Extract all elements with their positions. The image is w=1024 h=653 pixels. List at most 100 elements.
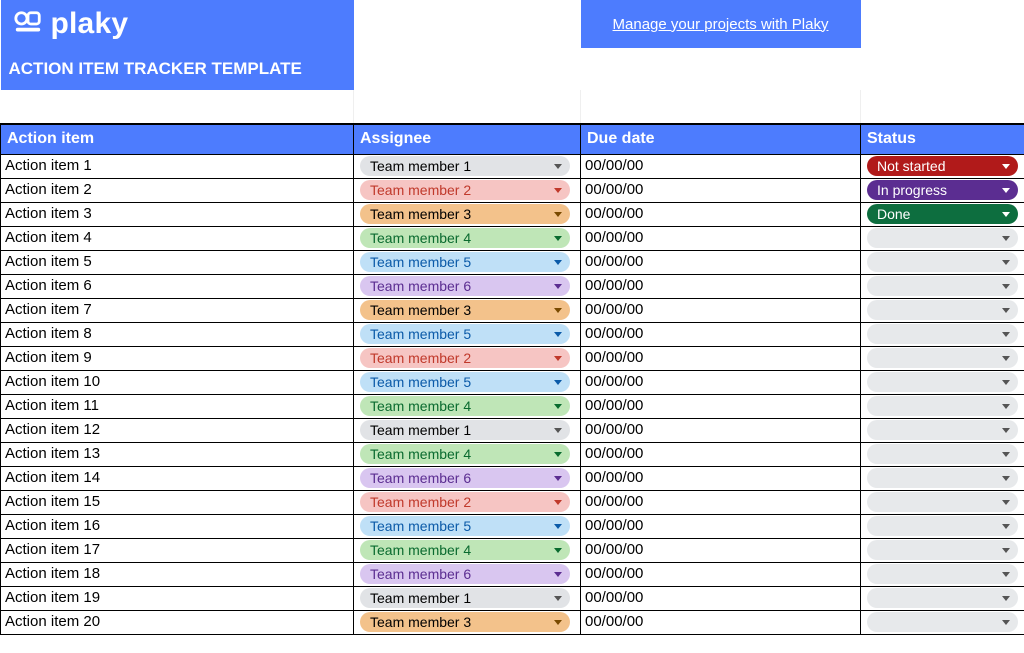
status-dropdown[interactable] bbox=[867, 564, 1018, 584]
action-item-cell[interactable]: Action item 10 bbox=[1, 370, 354, 394]
promo-link[interactable]: Manage your projects with Plaky bbox=[613, 16, 829, 33]
due-date-cell[interactable]: 00/00/00 bbox=[581, 538, 861, 562]
due-date-cell[interactable]: 00/00/00 bbox=[581, 466, 861, 490]
assignee-dropdown[interactable]: Team member 5 bbox=[360, 252, 570, 272]
assignee-dropdown[interactable]: Team member 1 bbox=[360, 156, 570, 176]
status-cell bbox=[861, 466, 1024, 490]
chevron-down-icon bbox=[554, 524, 562, 529]
action-item-cell[interactable]: Action item 1 bbox=[1, 154, 354, 178]
due-date-cell[interactable]: 00/00/00 bbox=[581, 490, 861, 514]
assignee-dropdown[interactable]: Team member 4 bbox=[360, 444, 570, 464]
chevron-down-icon bbox=[1002, 620, 1010, 625]
assignee-dropdown[interactable]: Team member 6 bbox=[360, 468, 570, 488]
status-dropdown[interactable] bbox=[867, 612, 1018, 632]
action-item-cell[interactable]: Action item 17 bbox=[1, 538, 354, 562]
status-dropdown[interactable] bbox=[867, 252, 1018, 272]
due-date-cell[interactable]: 00/00/00 bbox=[581, 370, 861, 394]
assignee-dropdown[interactable]: Team member 6 bbox=[360, 276, 570, 296]
action-item-cell[interactable]: Action item 3 bbox=[1, 202, 354, 226]
action-item-cell[interactable]: Action item 18 bbox=[1, 562, 354, 586]
action-item-cell[interactable]: Action item 9 bbox=[1, 346, 354, 370]
action-item-cell[interactable]: Action item 16 bbox=[1, 514, 354, 538]
assignee-cell: Team member 4 bbox=[354, 394, 581, 418]
assignee-label: Team member 5 bbox=[370, 324, 471, 344]
assignee-dropdown[interactable]: Team member 3 bbox=[360, 204, 570, 224]
status-dropdown[interactable] bbox=[867, 396, 1018, 416]
status-dropdown[interactable] bbox=[867, 372, 1018, 392]
table-row: Action item 2 Team member 2 00/00/00 In pro… bbox=[1, 178, 1024, 202]
due-date-cell[interactable]: 00/00/00 bbox=[581, 250, 861, 274]
due-date-cell[interactable]: 00/00/00 bbox=[581, 346, 861, 370]
status-dropdown[interactable] bbox=[867, 588, 1018, 608]
status-dropdown[interactable] bbox=[867, 468, 1018, 488]
due-date-cell[interactable]: 00/00/00 bbox=[581, 202, 861, 226]
blank-cell bbox=[581, 90, 861, 124]
status-dropdown[interactable] bbox=[867, 516, 1018, 536]
chevron-down-icon bbox=[1002, 188, 1010, 193]
assignee-label: Team member 3 bbox=[370, 204, 471, 224]
due-date-cell[interactable]: 00/00/00 bbox=[581, 154, 861, 178]
status-dropdown[interactable] bbox=[867, 444, 1018, 464]
status-dropdown[interactable] bbox=[867, 348, 1018, 368]
chevron-down-icon bbox=[554, 236, 562, 241]
action-item-cell[interactable]: Action item 13 bbox=[1, 442, 354, 466]
assignee-dropdown[interactable]: Team member 5 bbox=[360, 372, 570, 392]
status-dropdown[interactable] bbox=[867, 228, 1018, 248]
due-date-cell[interactable]: 00/00/00 bbox=[581, 178, 861, 202]
due-date-cell[interactable]: 00/00/00 bbox=[581, 418, 861, 442]
action-item-cell[interactable]: Action item 15 bbox=[1, 490, 354, 514]
blank-cell bbox=[1, 90, 354, 124]
status-cell: In progress bbox=[861, 178, 1024, 202]
action-item-cell[interactable]: Action item 2 bbox=[1, 178, 354, 202]
due-date-cell[interactable]: 00/00/00 bbox=[581, 562, 861, 586]
assignee-dropdown[interactable]: Team member 2 bbox=[360, 180, 570, 200]
due-date-cell[interactable]: 00/00/00 bbox=[581, 394, 861, 418]
assignee-dropdown[interactable]: Team member 1 bbox=[360, 588, 570, 608]
assignee-dropdown[interactable]: Team member 4 bbox=[360, 540, 570, 560]
assignee-dropdown[interactable]: Team member 4 bbox=[360, 228, 570, 248]
assignee-dropdown[interactable]: Team member 2 bbox=[360, 492, 570, 512]
due-date-cell[interactable]: 00/00/00 bbox=[581, 226, 861, 250]
assignee-dropdown[interactable]: Team member 5 bbox=[360, 324, 570, 344]
table-row: Action item 18 Team member 6 00/00/00 bbox=[1, 562, 1024, 586]
due-date-cell[interactable]: 00/00/00 bbox=[581, 322, 861, 346]
assignee-cell: Team member 1 bbox=[354, 418, 581, 442]
action-item-cell[interactable]: Action item 19 bbox=[1, 586, 354, 610]
status-dropdown[interactable] bbox=[867, 540, 1018, 560]
due-date-cell[interactable]: 00/00/00 bbox=[581, 298, 861, 322]
assignee-cell: Team member 5 bbox=[354, 322, 581, 346]
due-date-cell[interactable]: 00/00/00 bbox=[581, 514, 861, 538]
due-date-cell[interactable]: 00/00/00 bbox=[581, 442, 861, 466]
assignee-cell: Team member 4 bbox=[354, 442, 581, 466]
due-date-cell[interactable]: 00/00/00 bbox=[581, 586, 861, 610]
due-date-cell[interactable]: 00/00/00 bbox=[581, 274, 861, 298]
assignee-dropdown[interactable]: Team member 6 bbox=[360, 564, 570, 584]
status-dropdown[interactable] bbox=[867, 276, 1018, 296]
chevron-down-icon bbox=[554, 500, 562, 505]
action-item-cell[interactable]: Action item 14 bbox=[1, 466, 354, 490]
status-dropdown[interactable]: Not started bbox=[867, 156, 1018, 176]
assignee-dropdown[interactable]: Team member 1 bbox=[360, 420, 570, 440]
assignee-dropdown[interactable]: Team member 3 bbox=[360, 300, 570, 320]
status-dropdown[interactable] bbox=[867, 300, 1018, 320]
assignee-dropdown[interactable]: Team member 2 bbox=[360, 348, 570, 368]
chevron-down-icon bbox=[554, 164, 562, 169]
action-item-cell[interactable]: Action item 5 bbox=[1, 250, 354, 274]
status-dropdown[interactable] bbox=[867, 324, 1018, 344]
action-item-cell[interactable]: Action item 11 bbox=[1, 394, 354, 418]
action-item-cell[interactable]: Action item 6 bbox=[1, 274, 354, 298]
assignee-dropdown[interactable]: Team member 3 bbox=[360, 612, 570, 632]
action-item-cell[interactable]: Action item 8 bbox=[1, 322, 354, 346]
assignee-cell: Team member 3 bbox=[354, 610, 581, 634]
status-dropdown[interactable]: In progress bbox=[867, 180, 1018, 200]
status-dropdown[interactable] bbox=[867, 420, 1018, 440]
action-item-cell[interactable]: Action item 12 bbox=[1, 418, 354, 442]
action-item-cell[interactable]: Action item 7 bbox=[1, 298, 354, 322]
status-dropdown[interactable]: Done bbox=[867, 204, 1018, 224]
assignee-dropdown[interactable]: Team member 4 bbox=[360, 396, 570, 416]
due-date-cell[interactable]: 00/00/00 bbox=[581, 610, 861, 634]
action-item-cell[interactable]: Action item 4 bbox=[1, 226, 354, 250]
status-dropdown[interactable] bbox=[867, 492, 1018, 512]
action-item-cell[interactable]: Action item 20 bbox=[1, 610, 354, 634]
assignee-dropdown[interactable]: Team member 5 bbox=[360, 516, 570, 536]
